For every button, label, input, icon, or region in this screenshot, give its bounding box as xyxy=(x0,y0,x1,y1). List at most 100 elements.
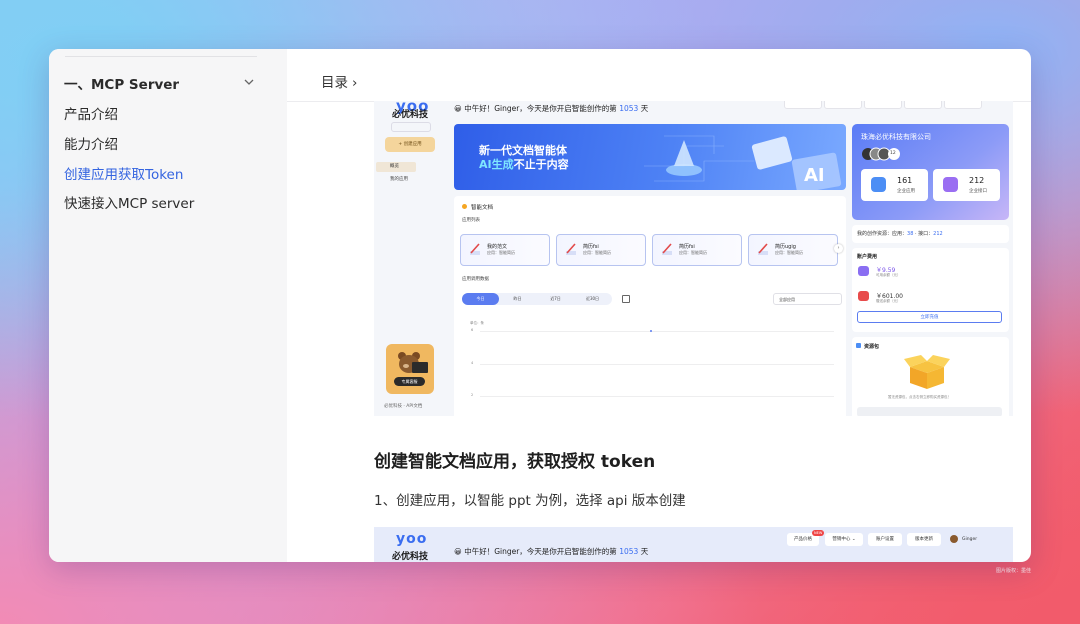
docs-bulb-icon xyxy=(462,204,467,209)
greeting-days: 1053 xyxy=(619,104,639,113)
grid-line xyxy=(480,396,834,397)
chevron-right-icon: › xyxy=(834,244,843,253)
sidebar-section-title[interactable]: 一、MCP Server xyxy=(64,73,179,93)
banner-highlight: AI生成 xyxy=(479,158,514,171)
app-window: 一、MCP Server 产品介绍 能力介绍 创建应用获取Token 快速接入M… xyxy=(49,49,1031,562)
quota-api: 212 xyxy=(933,231,943,237)
article-step-1: 1、创建应用，以智能 ppt 为例，选择 api 版本创建 xyxy=(374,493,686,509)
quota-apps: 38 xyxy=(907,231,914,237)
app-type: 应用：智能简历 xyxy=(679,250,707,255)
chart-point xyxy=(650,330,652,332)
sidebar-item-capability-intro[interactable]: 能力介绍 xyxy=(64,133,118,153)
y-tick: 6 xyxy=(471,328,474,332)
greeting-prefix: 😀 中午好！Ginger，今天是你开启智能创作的第 xyxy=(454,547,617,556)
chevron-down-icon[interactable] xyxy=(244,78,254,86)
y-tick: 4 xyxy=(471,361,474,365)
tab-7days: 近7日 xyxy=(550,296,561,301)
company-name: 珠海必优科技有限公司 xyxy=(861,133,931,141)
app-card: 我的范文 应用：智能简历 xyxy=(460,234,550,266)
app-select: 全部应用 xyxy=(773,293,842,305)
dash-top-button xyxy=(944,101,982,109)
sidebar-divider xyxy=(65,56,257,57)
account-title: 账户费用 xyxy=(857,254,878,260)
article-heading: 创建智能文档应用，获取授权 token xyxy=(374,452,656,472)
dash2-nav-marketing: 营销中心 ⌄ xyxy=(825,533,863,546)
dash-top-button xyxy=(864,101,902,109)
balance-available-label: 可用余额（元） xyxy=(876,273,901,277)
package-icon xyxy=(856,343,861,348)
dash-account-card: 账户费用 ￥9.59 可用余额（元） ￥601.00 赠送余额（元） 立即充值 xyxy=(852,248,1009,332)
dash-top-button xyxy=(904,101,942,109)
api-icon xyxy=(943,177,958,192)
enterprise-api-label: 企业接口 xyxy=(969,189,987,194)
user-avatar xyxy=(950,535,958,543)
usage-tabs: 今日 昨日 近7日 近30日 xyxy=(462,293,612,305)
tab-yesterday: 昨日 xyxy=(513,296,522,301)
dash-footer-links: 必优科技 · API文档 xyxy=(384,404,423,409)
dash-nav-myapps: 我的应用 xyxy=(390,177,408,182)
recharge-button: 立即充值 xyxy=(857,311,1002,323)
dash-top-buttons xyxy=(784,101,1013,109)
enterprise-apps-card: 161 企业应用 xyxy=(861,169,928,201)
svg-text:AI: AI xyxy=(804,165,825,186)
dash-sidebar: yoo 必优科技 + 创建应用 概览 我的应用 专属客服 必优科技 · API文… xyxy=(374,101,449,416)
dash-greeting: 😀 中午好！Ginger，今天是你开启智能创作的第 1053 天 xyxy=(454,103,648,114)
dash-top-button xyxy=(824,101,862,109)
grid-line xyxy=(480,331,834,332)
dash-top-button xyxy=(784,101,822,109)
dash2-greeting: 😀 中午好！Ginger，今天是你开启智能创作的第 1053 天 xyxy=(454,546,648,557)
dash2-nav-version: 版本更新 xyxy=(907,533,941,546)
apps-icon xyxy=(871,177,886,192)
toc-toggle[interactable]: 目录 › xyxy=(321,71,357,91)
chevron-right-icon: › xyxy=(352,75,358,91)
bear-mascot-image xyxy=(386,344,434,394)
app-type: 应用：智能简历 xyxy=(775,250,803,255)
dash-banner: 新一代文档智能体 AI生成不止于内容 AI xyxy=(454,124,846,190)
dash-logo-pill xyxy=(391,122,431,132)
enterprise-apps-count: 161 xyxy=(897,176,913,185)
sidebar-item-product-intro[interactable]: 产品介绍 xyxy=(64,103,118,123)
toc-label: 目录 xyxy=(321,75,348,91)
docs-title: 智能文档 xyxy=(471,205,494,211)
sidebar-item-create-token[interactable]: 创建应用获取Token xyxy=(64,163,183,183)
enterprise-apps-label: 企业应用 xyxy=(897,189,915,194)
quota-prefix: 我的创作资源：应用： xyxy=(857,231,908,237)
greeting-prefix: 😀 中午好！Ginger，今天是你开启智能创作的第 xyxy=(454,104,617,113)
pen-doc-icon xyxy=(566,243,576,255)
banner-illustration: AI xyxy=(644,135,842,190)
app-name: 简历fsi xyxy=(679,244,695,250)
dash2-nav-account: 账户设置 xyxy=(868,533,902,546)
new-badge: NEW xyxy=(812,530,825,536)
dash2-logo-sub: 必优科技 xyxy=(392,552,429,562)
app-name: 简历ugig xyxy=(775,244,796,250)
article-screenshot-dashboard: yoo 必优科技 + 创建应用 概览 我的应用 专属客服 必优科技 · API文… xyxy=(374,101,1013,416)
dash-resource-pack: 资源包 暂无资源包，点击右侧立即购买资源包！ xyxy=(852,337,1009,416)
app-name: 简历fsi xyxy=(583,244,599,250)
app-card: 简历fsi 应用：智能简历 xyxy=(652,234,742,266)
greeting-suffix: 天 xyxy=(640,104,649,113)
quota-mid: · 接口： xyxy=(914,231,934,237)
app-card: 简历ugig 应用：智能简历 xyxy=(748,234,838,266)
dash-company-card: 珠海必优科技有限公司 12 161 企业应用 212 企业接口 xyxy=(852,124,1009,220)
usage-label: 应用调用数据 xyxy=(462,277,489,282)
pen-doc-icon xyxy=(758,243,768,255)
sidebar-item-mcp-access[interactable]: 快速接入MCP server xyxy=(64,192,194,212)
y-tick: 2 xyxy=(471,393,474,397)
greeting-days: 1053 xyxy=(619,547,639,556)
sidebar: 一、MCP Server 产品介绍 能力介绍 创建应用获取Token 快速接入M… xyxy=(49,49,287,562)
pen-doc-icon xyxy=(470,243,480,255)
calendar-icon xyxy=(622,295,630,303)
main-content: 目录 › yoo 必优科技 + 创建应用 概览 我的应用 专属客服 必优科技 ·… xyxy=(287,49,1031,562)
app-name: 我的范文 xyxy=(487,244,508,250)
grid-line xyxy=(480,364,834,365)
dash-nav-overview: 概览 xyxy=(376,162,416,172)
resource-pack-empty: 暂无资源包，点击右侧立即购买资源包！ xyxy=(888,395,951,399)
image-credit: 图片版权：墨佳 xyxy=(995,568,1031,574)
app-card: 简历fsi 应用：智能简历 xyxy=(556,234,646,266)
pen-doc-icon xyxy=(662,243,672,255)
dash-logo-sub: 必优科技 xyxy=(392,110,429,120)
tab-today: 今日 xyxy=(462,293,499,305)
dash2-logo: yoo xyxy=(396,531,428,547)
banner-rest: 不止于内容 xyxy=(513,158,569,171)
dash-docs-panel: 智能文档 应用列表 我的范文 应用：智能简历 简历fsi 应用：智能简历 简历f… xyxy=(454,196,846,416)
